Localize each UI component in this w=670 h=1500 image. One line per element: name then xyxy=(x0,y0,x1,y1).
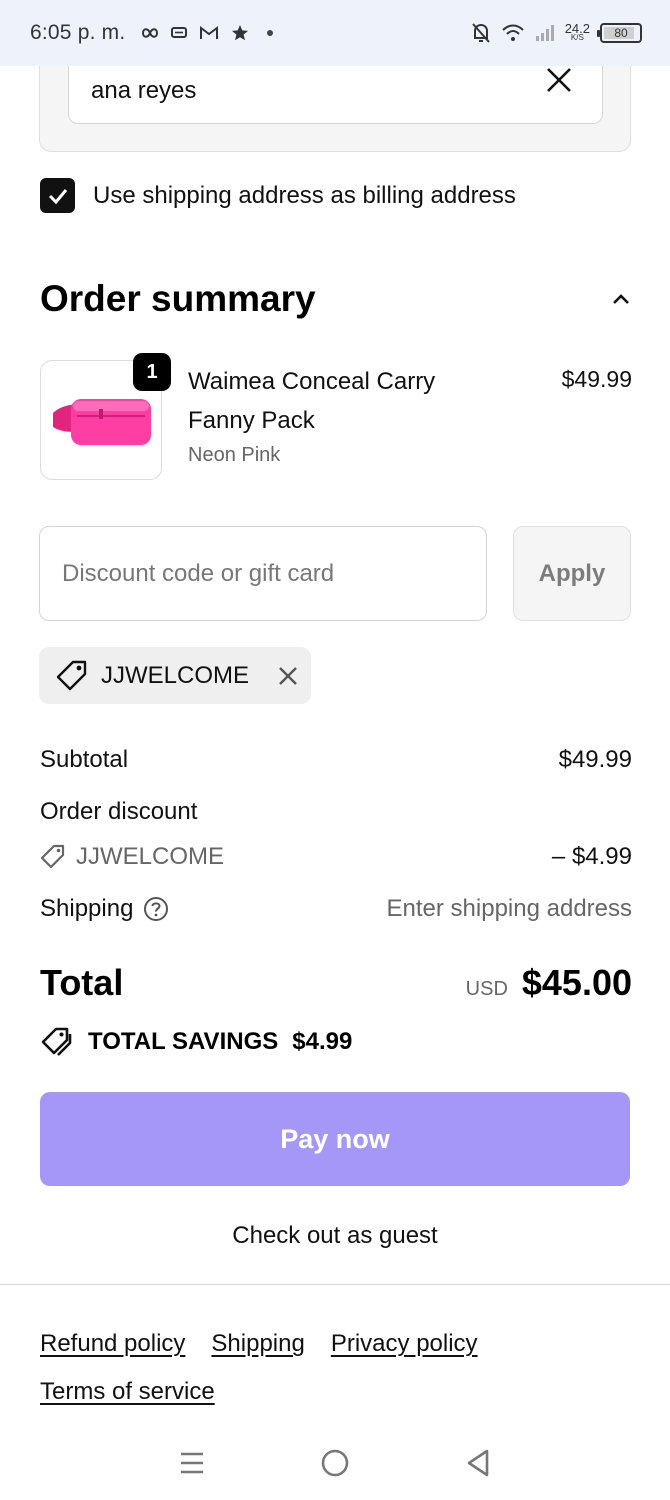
star-icon xyxy=(232,25,249,41)
discount-code-group: JJWELCOME xyxy=(40,843,224,871)
checkout-as-guest-link[interactable]: Check out as guest xyxy=(0,1222,670,1250)
tags-icon xyxy=(41,1027,72,1056)
network-speed: 24.2 K/S xyxy=(564,21,590,42)
name-on-card-value[interactable]: ana reyes xyxy=(91,77,196,105)
notification-icons xyxy=(141,24,274,42)
nav-back-button[interactable] xyxy=(458,1443,498,1483)
terms-of-service-link[interactable]: Terms of service xyxy=(40,1375,215,1409)
order-line-item: 1 Waimea Conceal Carry Fanny Pack Neon P… xyxy=(40,353,632,482)
total-savings-label: TOTAL SAVINGS xyxy=(88,1028,279,1055)
subtotal-value: $49.99 xyxy=(558,746,632,773)
home-icon xyxy=(321,1449,349,1477)
apply-discount-button[interactable]: Apply xyxy=(513,526,631,621)
total-value-group: USD $45.00 xyxy=(466,962,632,1004)
product-thumbnail: 1 xyxy=(40,353,171,480)
discount-code-row: JJWELCOME – $4.99 xyxy=(40,843,632,871)
product-variant: Neon Pink xyxy=(188,444,281,466)
applied-discount-code: JJWELCOME xyxy=(101,661,250,689)
shipping-policy-link[interactable]: Shipping xyxy=(211,1327,304,1361)
battery-level: 80 xyxy=(614,26,628,40)
subtotal-row: Subtotal $49.99 xyxy=(40,746,632,774)
menu-icon xyxy=(180,1452,203,1474)
total-savings-amount: $4.99 xyxy=(292,1028,353,1055)
total-label: Total xyxy=(40,962,124,1003)
billing-checkbox[interactable] xyxy=(40,178,75,213)
total-row: Total USD $45.00 xyxy=(40,962,632,1004)
product-price: $49.99 xyxy=(561,366,632,392)
tag-icon xyxy=(40,844,65,869)
dot-icon xyxy=(267,30,274,36)
total-amount: $45.00 xyxy=(521,962,632,1003)
tag-icon xyxy=(56,660,87,690)
shipping-label: Shipping xyxy=(40,895,134,922)
chevron-up-icon[interactable] xyxy=(610,288,632,310)
back-icon xyxy=(468,1449,489,1477)
wifi-icon xyxy=(501,24,524,41)
discount-value: – $4.99 xyxy=(551,843,632,870)
discount-code-label: JJWELCOME xyxy=(76,843,225,870)
infinity-icon xyxy=(142,28,159,38)
status-time: 6:05 p. m. xyxy=(30,21,126,44)
remove-discount-icon[interactable] xyxy=(277,665,299,687)
net-speed-unit: K/S xyxy=(570,33,584,42)
billing-address-option[interactable]: Use shipping address as billing address xyxy=(40,178,516,213)
refund-policy-link[interactable]: Refund policy xyxy=(40,1327,185,1361)
product-name: Waimea Conceal Carry Fanny Pack xyxy=(188,368,436,434)
total-savings: TOTAL SAVINGS $4.99 xyxy=(40,1026,352,1058)
order-discount-label: Order discount xyxy=(40,798,198,825)
order-summary-header[interactable]: Order summary xyxy=(40,278,632,320)
shipping-label-group: Shipping xyxy=(40,895,169,923)
signal-icon xyxy=(535,25,554,41)
nav-home-button[interactable] xyxy=(315,1443,355,1483)
discount-code-input[interactable] xyxy=(39,526,487,621)
system-icons: 24.2 K/S 80 xyxy=(471,22,642,44)
checkmark-icon xyxy=(48,188,67,204)
nav-menu-button[interactable] xyxy=(172,1443,212,1483)
bell-off-icon xyxy=(471,23,490,43)
system-nav-bar xyxy=(0,1426,670,1500)
shipping-row: Shipping Enter shipping address xyxy=(40,895,632,923)
status-bar: 6:05 p. m. 24.2 K/S 80 xyxy=(0,0,670,66)
net-speed-value: 24.2 xyxy=(564,21,590,36)
order-summary-title: Order summary xyxy=(40,278,316,319)
pay-now-button[interactable]: Pay now xyxy=(40,1092,630,1186)
gmail-icon xyxy=(200,26,219,39)
privacy-policy-link[interactable]: Privacy policy xyxy=(331,1327,478,1361)
battery-icon: 80 xyxy=(597,23,642,43)
help-icon[interactable] xyxy=(143,896,169,922)
order-discount-row: Order discount xyxy=(40,798,632,826)
subtotal-label: Subtotal xyxy=(40,746,129,773)
divider xyxy=(0,1284,670,1285)
total-currency: USD xyxy=(465,978,508,1000)
shipping-value: Enter shipping address xyxy=(386,895,632,922)
clear-icon[interactable] xyxy=(544,65,574,95)
footer-links: Refund policy Shipping Privacy policy Te… xyxy=(40,1327,600,1409)
billing-checkbox-label: Use shipping address as billing address xyxy=(93,181,516,209)
message-icon xyxy=(171,27,188,38)
quantity-badge: 1 xyxy=(133,353,171,391)
applied-discount-chip: JJWELCOME xyxy=(39,647,311,704)
